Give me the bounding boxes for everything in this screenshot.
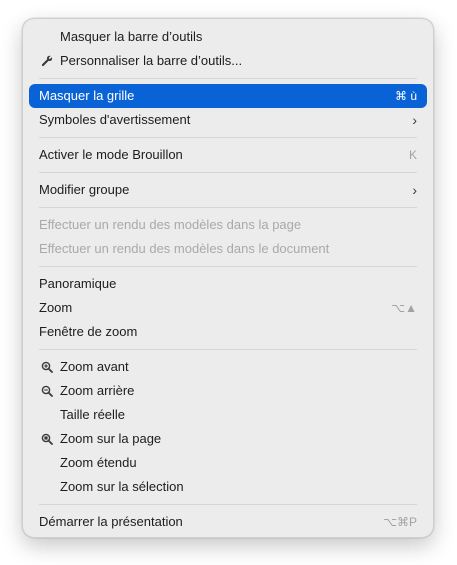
- menu-separator: [39, 78, 417, 79]
- menu-item-zoom-selection[interactable]: Zoom sur la sélection: [29, 475, 427, 499]
- menu-item-pan[interactable]: Panoramique: [29, 272, 427, 296]
- menu-separator: [39, 172, 417, 173]
- menu-item-zoom-in[interactable]: Zoom avant: [29, 355, 427, 379]
- menu-item-warning-symbols[interactable]: Symboles d'avertissement ›: [29, 108, 427, 132]
- menu-item-start-presentation[interactable]: Démarrer la présentation ⌥⌘P: [29, 510, 427, 534]
- menu-item-label: Démarrer la présentation: [39, 514, 183, 529]
- menu-item-shortcut: ⌥▲: [391, 301, 417, 315]
- menu-item-actual-size[interactable]: Taille réelle: [29, 403, 427, 427]
- menu-item-hide-grid[interactable]: Masquer la grille ⌘ ù: [29, 84, 427, 108]
- menu-item-label: Modifier groupe: [39, 182, 130, 197]
- menu-item-label: Activer le mode Brouillon: [39, 147, 183, 162]
- menu-item-label: Fenêtre de zoom: [39, 324, 138, 339]
- menu-item-zoom-out[interactable]: Zoom arrière: [29, 379, 427, 403]
- menu-item-label: Taille réelle: [60, 407, 126, 422]
- menu-item-zoom-page[interactable]: Zoom sur la page: [29, 427, 427, 451]
- menu-item-label: Zoom sur la page: [60, 431, 162, 446]
- menu-item-render-models-document[interactable]: Effectuer un rendu des modèles dans le d…: [29, 237, 427, 261]
- menu-item-render-models-page[interactable]: Effectuer un rendu des modèles dans la p…: [29, 213, 427, 237]
- menu-item-label: Masquer la barre d’outils: [60, 29, 203, 44]
- menu-item-shortcut: ⌘ ù: [394, 89, 417, 103]
- menu-item-label: Panoramique: [39, 276, 117, 291]
- zoom-in-icon: [39, 355, 55, 379]
- menu-item-label: Zoom avant: [60, 359, 129, 374]
- menu-separator: [39, 137, 417, 138]
- menu-separator: [39, 266, 417, 267]
- context-menu: Masquer la barre d’outils Personnaliser …: [22, 18, 434, 538]
- menu-item-label: Personnaliser la barre d’outils...: [60, 53, 243, 68]
- menu-item-label: Zoom arrière: [60, 383, 135, 398]
- wrench-icon: [39, 49, 55, 73]
- menu-item-customize-toolbar[interactable]: Personnaliser la barre d’outils...: [29, 49, 427, 73]
- menu-item-shortcut: ⌥⌘P: [383, 515, 417, 529]
- menu-separator: [39, 349, 417, 350]
- menu-separator: [39, 504, 417, 505]
- menu-item-label: Symboles d'avertissement: [39, 112, 191, 127]
- zoom-out-icon: [39, 379, 55, 403]
- menu-item-draft-mode[interactable]: Activer le mode Brouillon K: [29, 143, 427, 167]
- menu-item-zoom[interactable]: Zoom ⌥▲: [29, 296, 427, 320]
- menu-item-shortcut: K: [408, 148, 417, 162]
- menu-item-zoom-extended[interactable]: Zoom étendu: [29, 451, 427, 475]
- menu-item-label: Zoom étendu: [60, 455, 137, 470]
- chevron-right-icon: ›: [412, 182, 417, 198]
- menu-item-edit-group[interactable]: Modifier groupe ›: [29, 178, 427, 202]
- menu-item-label: Effectuer un rendu des modèles dans le d…: [39, 241, 330, 256]
- chevron-right-icon: ›: [412, 112, 417, 128]
- menu-separator: [39, 207, 417, 208]
- menu-item-label: Effectuer un rendu des modèles dans la p…: [39, 217, 302, 232]
- menu-item-hide-toolbar[interactable]: Masquer la barre d’outils: [29, 25, 427, 49]
- menu-item-label: Zoom: [39, 300, 73, 315]
- menu-item-zoom-window[interactable]: Fenêtre de zoom: [29, 320, 427, 344]
- menu-item-label: Zoom sur la sélection: [60, 479, 184, 494]
- zoom-page-icon: [39, 427, 55, 451]
- menu-item-label: Masquer la grille: [39, 88, 135, 103]
